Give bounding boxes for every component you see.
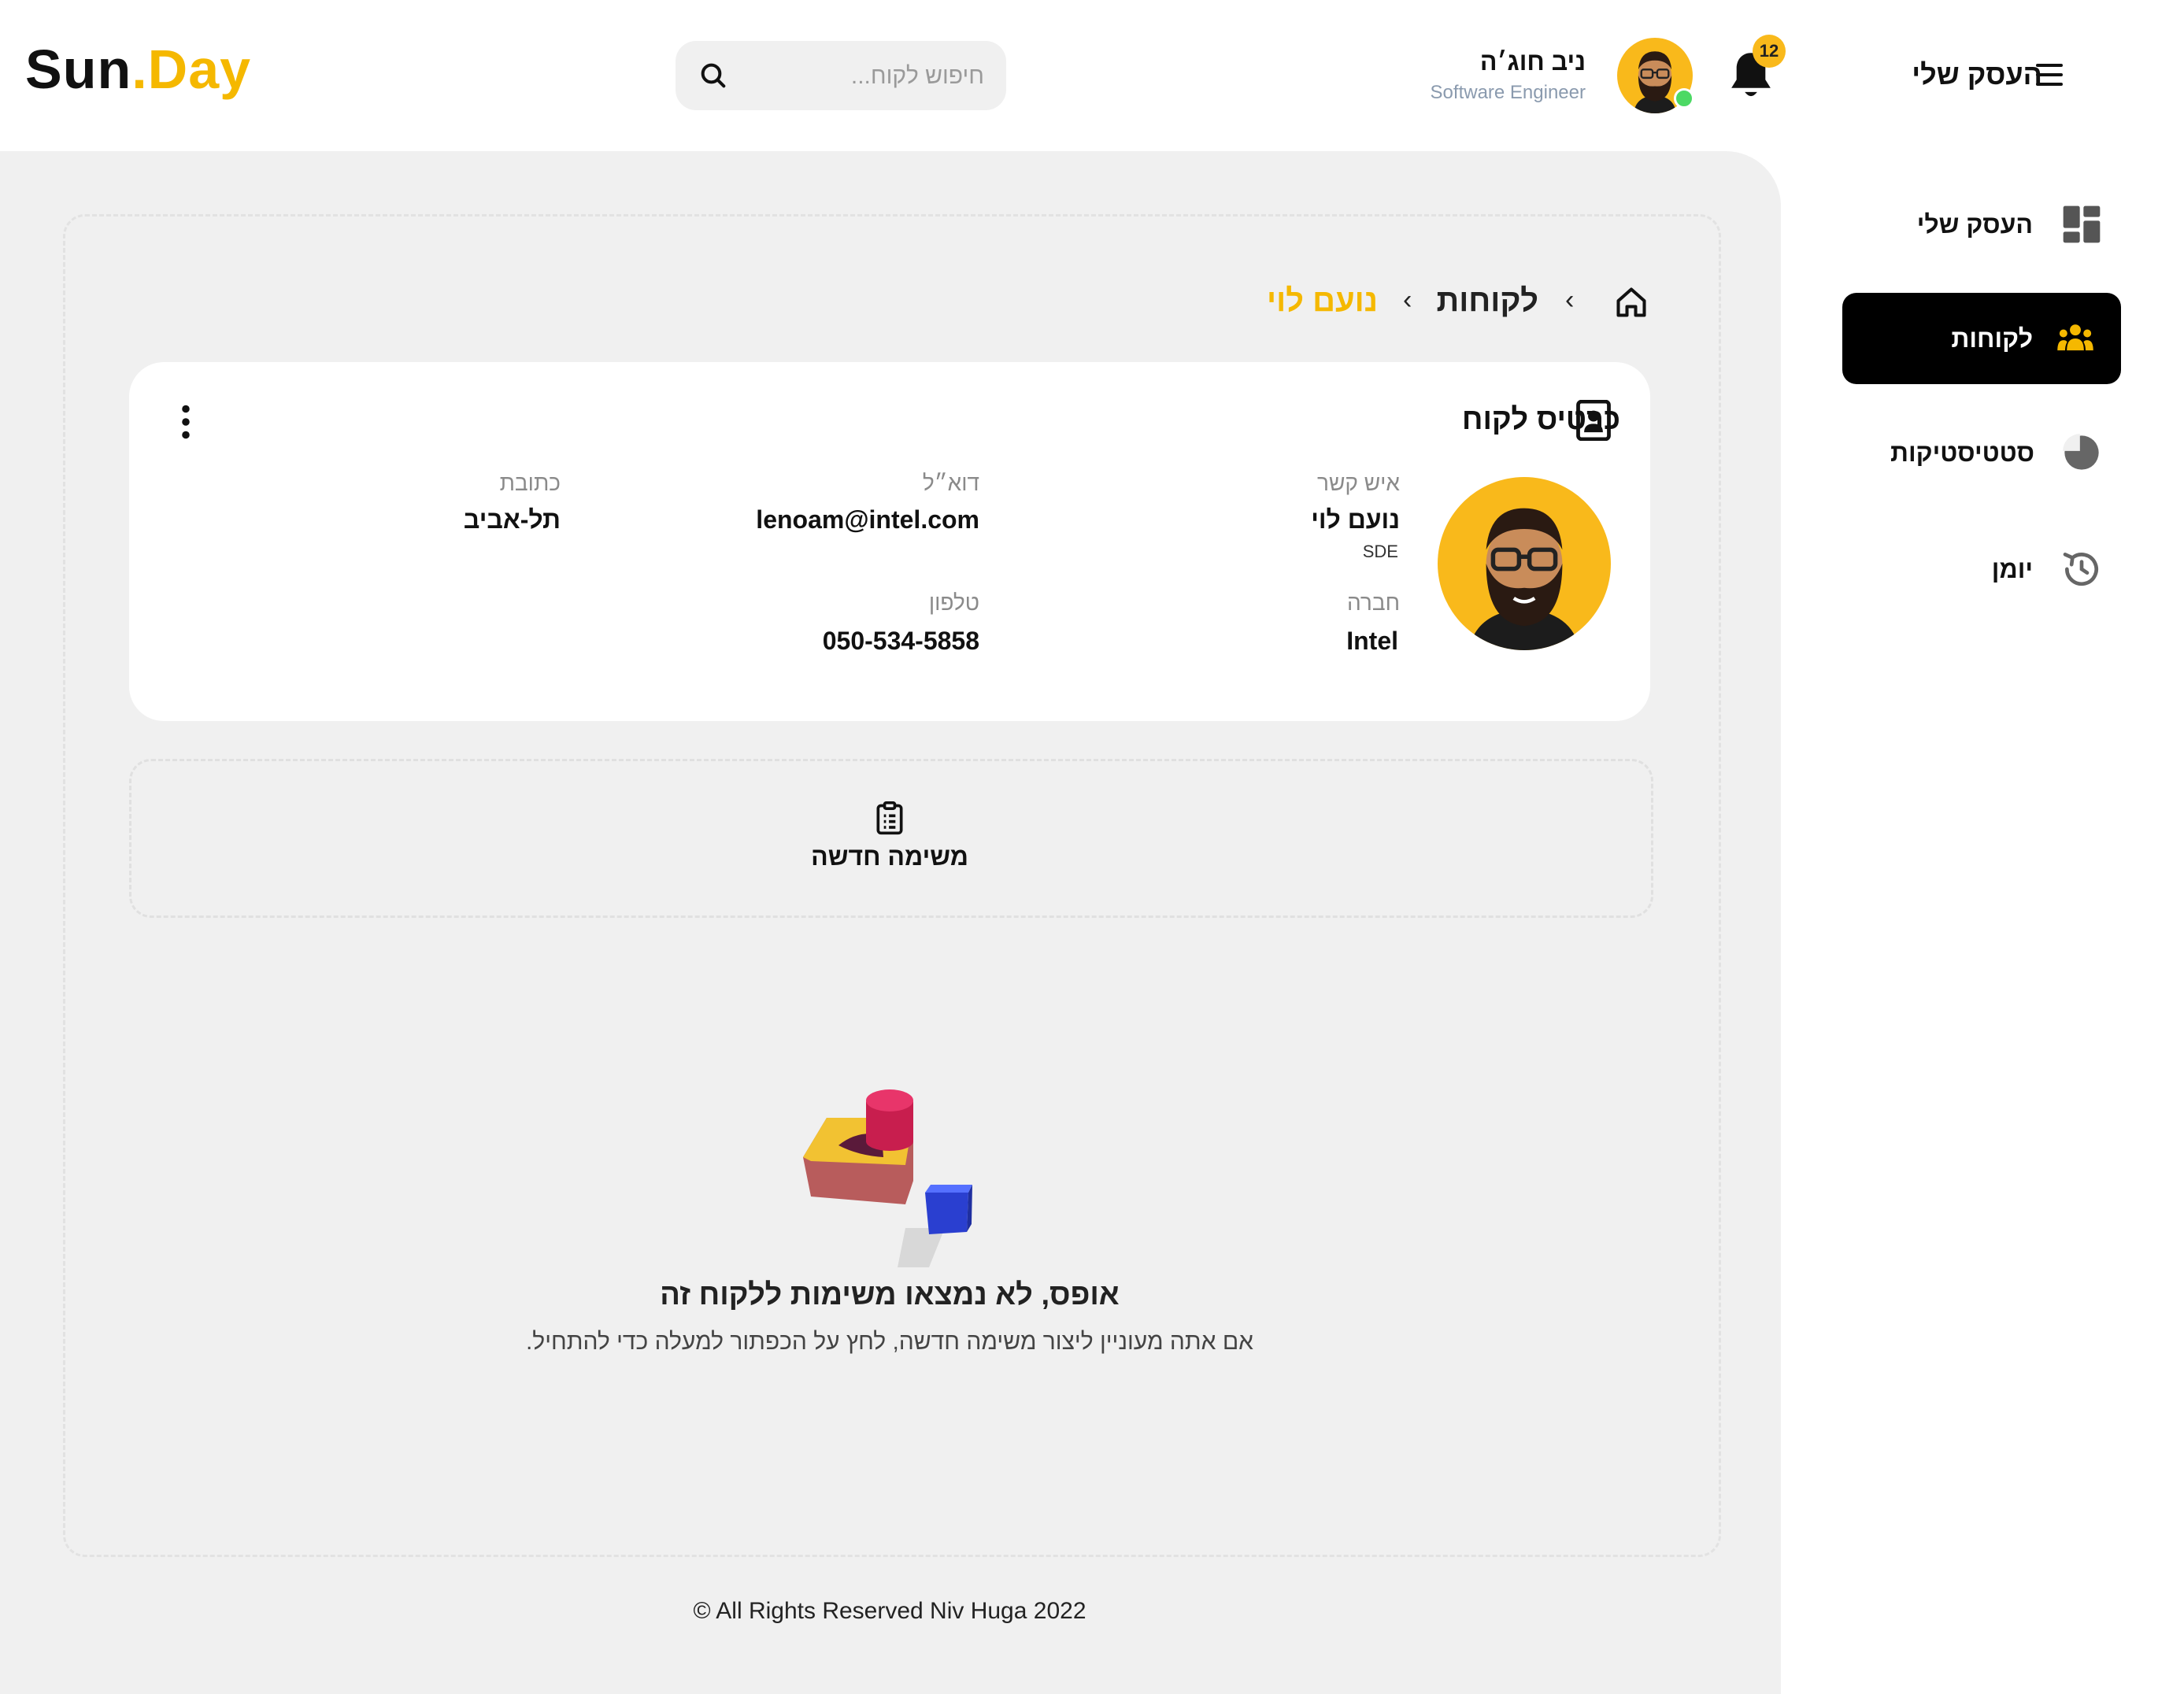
search-input[interactable] [731,41,986,112]
breadcrumb-customers[interactable]: לקוחות [1437,283,1539,319]
history-icon [2063,553,2098,586]
sidebar-item-label: יומן [1991,554,2033,583]
sidebar-item-calendar[interactable]: יומן [1842,542,2121,597]
empty-state-title: אופס, לא נמצאו משימות ללקוח זה [660,1278,1120,1311]
pie-chart-icon [2063,434,2099,470]
users-icon [2057,324,2093,351]
email-value[interactable]: lenoam@intel.com [756,505,979,534]
search-icon[interactable] [698,60,729,91]
customer-avatar [1438,477,1611,650]
notification-count-badge: 12 [1753,35,1786,68]
contact-name: נועם לוי [1311,505,1400,534]
sidebar-item-statistics[interactable]: סטטיסטיקות [1842,425,2121,480]
contact-title: SDE [1362,542,1398,561]
customer-card [129,362,1650,721]
home-icon[interactable] [1614,285,1649,320]
more-options-icon[interactable] [178,405,194,439]
sidebar-item-label: לקוחות [1951,324,2033,353]
logo-sun: Sun [25,39,132,100]
new-task-button[interactable] [129,759,1653,918]
hamburger-menu-icon[interactable] [2034,61,2066,88]
footer-copyright: © All Rights Reserved Niv Huga 2022 [693,1598,1086,1624]
email-label: דוא״ל [922,471,979,495]
user-role: Software Engineer [1430,82,1586,103]
sidebar-item-label: העסק שלי [1916,209,2033,239]
app-logo[interactable]: Sun.Day [25,38,251,101]
phone-value[interactable]: 050-534-5858 [823,627,979,656]
new-task-label[interactable]: משימה חדשה [787,842,992,871]
customer-avatar-illustration [1468,508,1580,650]
dashboard-icon [2063,205,2101,243]
breadcrumb-current: נועם לוי [1267,283,1378,318]
contact-label: איש קשר [1317,471,1400,495]
address-value: תל-אביב [463,505,561,534]
empty-state-illustration [803,1089,972,1267]
logo-dot: . [131,39,148,100]
phone-label: טלפון [928,590,979,615]
sidebar-item-label: סטטיסטיקות [1890,438,2034,467]
user-name: ניב חוג׳ה [1479,47,1586,76]
online-status-indicator [1674,88,1694,109]
company-label: חברה [1346,590,1400,615]
contact-card-icon [1576,400,1611,441]
clipboard-icon[interactable] [874,801,905,836]
menu-title: העסק שלי [1912,58,2042,91]
search-bar [676,41,1006,112]
company-value: Intel [1346,627,1398,655]
breadcrumb-chevron-icon: ‹ [1403,285,1412,315]
sidebar-item-my-business[interactable]: העסק שלי [1842,197,2121,252]
breadcrumb-chevron-icon: ‹ [1565,285,1575,315]
sidebar-item-customers[interactable]: לקוחות [1842,293,2121,384]
logo-day: Day [147,39,252,100]
empty-state-subtitle: אם אתה מעוניין ליצור משימה חדשה, לחץ על … [525,1329,1254,1355]
address-label: כתובת [499,471,561,495]
